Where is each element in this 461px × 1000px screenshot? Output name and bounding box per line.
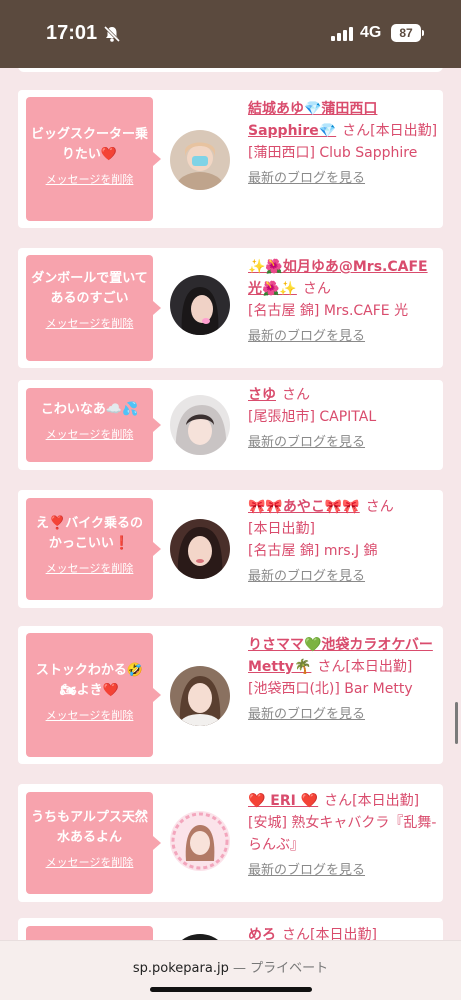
message-text: ストックわかる🤣🏍よき❤️: [35, 663, 144, 698]
delete-message-link[interactable]: メッセージを削除: [46, 707, 134, 723]
cast-info: 結城あゆ💎蒲田西口Sapphire💎 さん[本日出勤] [蒲田西口] Club S…: [248, 98, 438, 190]
message-bubble: うちもアルプス天然水あるよん メッセージを削除: [26, 792, 161, 894]
scrollbar[interactable]: [455, 702, 458, 744]
message-bubble: ビッグスクーター乗りたい❤️ メッセージを削除: [26, 97, 161, 221]
delete-message-link[interactable]: メッセージを削除: [46, 171, 134, 187]
delete-message-link[interactable]: メッセージを削除: [46, 560, 134, 576]
private-mode-label: プライベート: [250, 961, 329, 976]
cast-info: 🎀🎀あやこ🎀🎀 さん [本日出勤] [名古屋 錦] mrs.J 錦 最新のブログを…: [248, 496, 438, 588]
cellular-signal-icon: [331, 27, 353, 41]
attendance-status: [本日出勤]: [310, 927, 377, 940]
list-item: めろ さん[本日出勤]: [18, 918, 443, 940]
cast-info: めろ さん[本日出勤]: [248, 924, 438, 940]
cast-name-link[interactable]: 🎀🎀あやこ🎀🎀: [248, 499, 360, 515]
honorific: さん: [302, 281, 331, 297]
message-list[interactable]: ビッグスクーター乗りたい❤️ メッセージを削除 結城あゆ💎蒲田西口Sapphir…: [0, 68, 461, 940]
battery-tip: [422, 30, 424, 36]
cast-info: ❤️ ERI ❤️ さん[本日出勤] [安城] 熟女キャバクラ『乱舞-らんぶ』 最…: [248, 790, 438, 882]
avatar[interactable]: [170, 275, 230, 335]
bell-muted-icon: [102, 24, 122, 44]
attendance-status: [本日出勤]: [345, 659, 413, 675]
message-text: うちもアルプス天然水あるよん: [31, 810, 148, 845]
separator: —: [232, 961, 246, 976]
url-display[interactable]: sp.pokepara.jp — プライベート: [0, 957, 461, 976]
delete-message-link[interactable]: メッセージを削除: [46, 315, 134, 331]
shop-name: [名古屋 錦] mrs.J 錦: [248, 543, 378, 559]
honorific: さん: [342, 123, 371, 139]
latest-blog-link[interactable]: 最新のブログを見る: [248, 860, 365, 882]
delete-message-link[interactable]: メッセージを削除: [46, 426, 134, 442]
avatar[interactable]: [170, 130, 230, 190]
message-bubble: [26, 926, 153, 940]
browser-address-bar[interactable]: sp.pokepara.jp — プライベート: [0, 940, 461, 1000]
honorific: さん: [282, 927, 310, 940]
shop-name: [安城] 熟女キャバクラ『乱舞-らんぶ』: [248, 815, 437, 853]
network-type: 4G: [360, 24, 382, 41]
message-bubble: ストックわかる🤣🏍よき❤️ メッセージを削除: [26, 633, 161, 757]
domain-text: sp.pokepara.jp: [132, 961, 229, 976]
attendance-status: [本日出勤]: [248, 521, 315, 537]
avatar[interactable]: [170, 519, 230, 579]
cast-name-link[interactable]: ✨🌺如月ゆあ@Mrs.CAFE光🌺✨: [248, 259, 428, 297]
cast-name-link[interactable]: めろ: [248, 927, 276, 940]
attendance-status: [本日出勤]: [352, 793, 420, 809]
avatar[interactable]: [170, 666, 230, 726]
honorific: さん: [365, 499, 394, 515]
message-text: ダンボールで置いてあるのすごい: [31, 271, 148, 306]
cast-name-link[interactable]: さゆ: [248, 387, 276, 403]
message-text: ビッグスクーター乗りたい❤️: [31, 127, 149, 162]
shop-name: [蒲田西口] Club Sapphire: [248, 145, 418, 161]
latest-blog-link[interactable]: 最新のブログを見る: [248, 326, 365, 348]
shop-name: [名古屋 錦] Mrs.CAFE 光: [248, 303, 409, 319]
cast-info: ✨🌺如月ゆあ@Mrs.CAFE光🌺✨ さん [名古屋 錦] Mrs.CAFE 光 …: [248, 256, 438, 348]
avatar[interactable]: [170, 395, 230, 455]
message-bubble: ダンボールで置いてあるのすごい メッセージを削除: [26, 255, 161, 361]
shop-name: [池袋西口(北)] Bar Metty: [248, 681, 413, 697]
delete-message-link[interactable]: メッセージを削除: [46, 854, 134, 870]
status-bar: 17:01 4G 87: [0, 0, 461, 68]
latest-blog-link[interactable]: 最新のブログを見る: [248, 704, 365, 726]
honorific: さん: [282, 387, 310, 403]
honorific: さん: [317, 659, 346, 675]
message-bubble: こわいなあ☁️💦 メッセージを削除: [26, 388, 161, 462]
list-item: え❣️バイク乗るのかっこいい❗️ メッセージを削除 🎀🎀あやこ🎀🎀 さん [本日出…: [18, 490, 443, 608]
latest-blog-link[interactable]: 最新のブログを見る: [248, 566, 365, 588]
list-item: ビッグスクーター乗りたい❤️ メッセージを削除 結城あゆ💎蒲田西口Sapphir…: [18, 90, 443, 228]
honorific: さん: [324, 793, 353, 809]
cast-info: さゆ さん [尾張旭市] CAPITAL 最新のブログを見る: [248, 384, 438, 454]
list-item: こわいなあ☁️💦 メッセージを削除 さゆ さん [尾張旭市] CAPITAL 最新…: [18, 380, 443, 470]
list-item: ダンボールで置いてあるのすごい メッセージを削除 ✨🌺如月ゆあ@Mrs.CAFE…: [18, 248, 443, 368]
latest-blog-link[interactable]: 最新のブログを見る: [248, 168, 365, 190]
cast-info: りさママ💚池袋カラオケバーMetty🌴 さん[本日出勤] [池袋西口(北)] Ba…: [248, 634, 438, 726]
clock: 17:01: [46, 22, 98, 44]
cast-name-link[interactable]: ❤️ ERI ❤️: [248, 793, 318, 809]
previous-card-edge: [18, 68, 443, 72]
message-bubble: え❣️バイク乗るのかっこいい❗️ メッセージを削除: [26, 498, 161, 600]
message-text: え❣️バイク乗るのかっこいい❗️: [36, 516, 143, 551]
avatar[interactable]: [170, 811, 230, 871]
latest-blog-link[interactable]: 最新のブログを見る: [248, 432, 365, 454]
message-text: こわいなあ☁️💦: [40, 402, 139, 417]
list-item: うちもアルプス天然水あるよん メッセージを削除 ❤️ ERI ❤️ さん[本日出勤…: [18, 784, 443, 902]
shop-name: [尾張旭市] CAPITAL: [248, 409, 377, 425]
attendance-status: [本日出勤]: [370, 123, 438, 139]
battery-icon: 87: [391, 24, 421, 42]
list-item: ストックわかる🤣🏍よき❤️ メッセージを削除 りさママ💚池袋カラオケバーMett…: [18, 626, 443, 764]
home-indicator[interactable]: [150, 987, 312, 992]
